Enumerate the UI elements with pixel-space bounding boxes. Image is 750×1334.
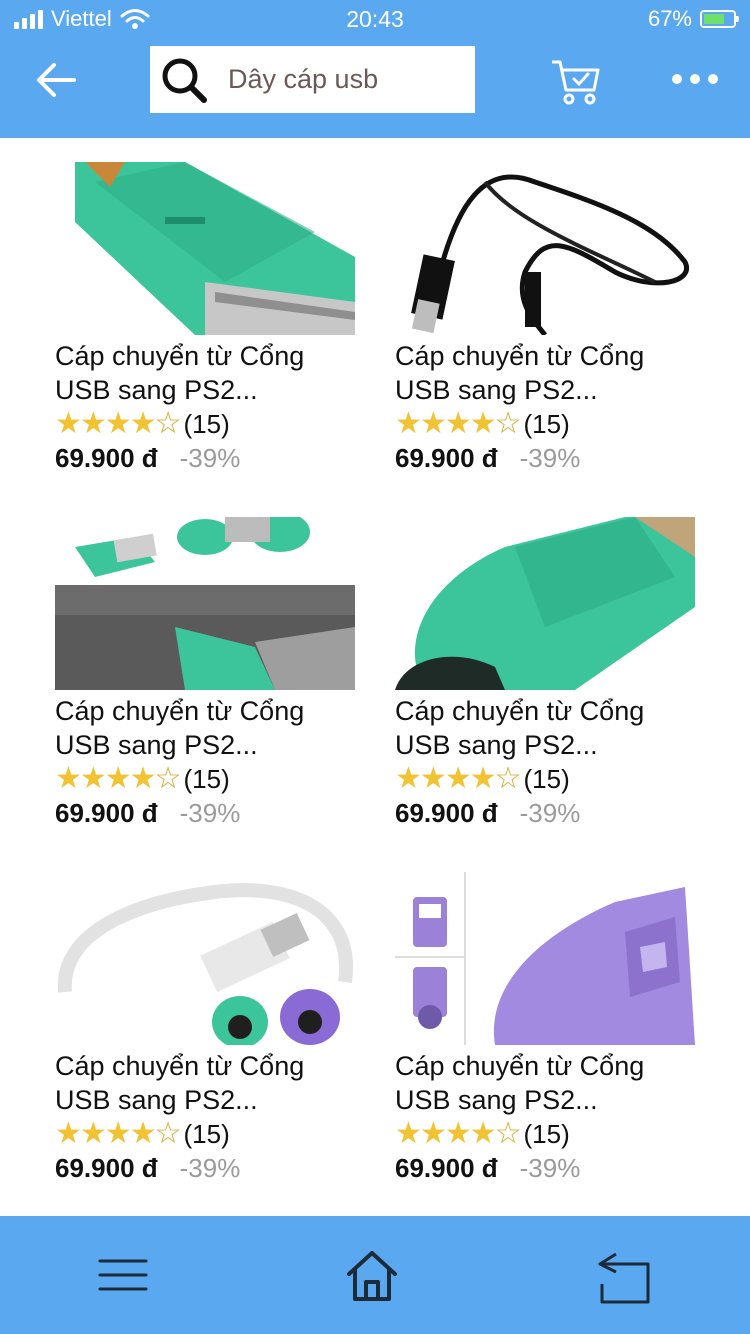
price-row: 69.900 đ -39% [55, 1153, 355, 1184]
product-image[interactable] [395, 517, 695, 690]
product-discount: -39% [519, 798, 581, 828]
battery-icon [700, 10, 739, 28]
star-rating-icon: ★★★★☆ [55, 407, 181, 440]
back-arrow-icon[interactable] [34, 60, 78, 100]
product-title-line: Cáp chuyển từ Cổng [55, 696, 305, 726]
battery-status: 67% [647, 6, 739, 32]
product-discount: -39% [179, 1153, 241, 1183]
review-count: (15) [523, 763, 570, 794]
status-bar: Viettel 20:43 67% [0, 0, 750, 40]
product-card[interactable]: Cáp chuyển từ Cổng USB sang PS2... ★★★★☆… [55, 872, 355, 1184]
star-rating-icon: ★★★★☆ [395, 407, 521, 440]
product-card[interactable]: Cáp chuyển từ Cổng USB sang PS2... ★★★★☆… [395, 872, 695, 1184]
product-title-line: Cáp chuyển từ Cổng [55, 1051, 305, 1081]
search-input[interactable] [226, 63, 460, 96]
product-discount: -39% [519, 1153, 581, 1183]
product-rating: ★★★★☆ (15) [395, 762, 695, 796]
star-rating-icon: ★★★★☆ [55, 1117, 181, 1150]
product-title-line: USB sang PS2... [55, 1085, 258, 1115]
product-image[interactable] [55, 162, 355, 335]
product-price: 69.900 đ [55, 798, 158, 828]
product-title-line: Cáp chuyển từ Cổng [395, 341, 645, 371]
status-time: 20:43 [346, 6, 404, 32]
price-row: 69.900 đ -39% [55, 443, 355, 474]
product-title-line: USB sang PS2... [395, 375, 598, 405]
star-rating-icon: ★★★★☆ [55, 762, 181, 795]
menu-icon[interactable] [98, 1258, 148, 1292]
review-count: (15) [183, 408, 230, 439]
product-price: 69.900 đ [395, 798, 498, 828]
review-count: (15) [183, 763, 230, 794]
price-row: 69.900 đ -39% [395, 1153, 695, 1184]
battery-percent: 67% [647, 6, 692, 31]
product-card[interactable]: Cáp chuyển từ Cổng USB sang PS2... ★★★★☆… [395, 517, 695, 829]
star-rating-icon: ★★★★☆ [395, 762, 521, 795]
product-title-line: Cáp chuyển từ Cổng [395, 696, 645, 726]
back-navigation-icon[interactable] [596, 1250, 652, 1304]
product-discount: -39% [179, 443, 241, 473]
product-rating: ★★★★☆ (15) [395, 407, 695, 441]
product-price: 69.900 đ [395, 443, 498, 473]
product-price: 69.900 đ [55, 1153, 158, 1183]
product-card[interactable]: Cáp chuyển từ Cổng USB sang PS2... ★★★★☆… [55, 517, 355, 829]
product-discount: -39% [179, 798, 241, 828]
product-title-line: USB sang PS2... [55, 730, 258, 760]
product-price: 69.900 đ [395, 1153, 498, 1183]
product-card[interactable]: Cáp chuyển từ Cổng USB sang PS2... ★★★★☆… [395, 162, 695, 474]
product-title-line: Cáp chuyển từ Cổng [395, 1051, 645, 1081]
product-title: Cáp chuyển từ Cổng USB sang PS2... [395, 1049, 695, 1117]
price-row: 69.900 đ -39% [395, 443, 695, 474]
product-price: 69.900 đ [55, 443, 158, 473]
product-rating: ★★★★☆ (15) [395, 1117, 695, 1151]
product-discount: -39% [519, 443, 581, 473]
product-rating: ★★★★☆ (15) [55, 1117, 355, 1151]
product-card[interactable]: Cáp chuyển từ Cổng USB sang PS2... ★★★★☆… [55, 162, 355, 474]
review-count: (15) [523, 1118, 570, 1149]
product-image[interactable] [55, 872, 355, 1045]
price-row: 69.900 đ -39% [55, 798, 355, 829]
product-image[interactable] [395, 162, 695, 335]
review-count: (15) [523, 408, 570, 439]
product-rating: ★★★★☆ (15) [55, 407, 355, 441]
product-title: Cáp chuyển từ Cổng USB sang PS2... [395, 339, 695, 407]
product-title-line: USB sang PS2... [395, 730, 598, 760]
product-title: Cáp chuyển từ Cổng USB sang PS2... [55, 1049, 355, 1117]
product-title: Cáp chuyển từ Cổng USB sang PS2... [55, 339, 355, 407]
more-icon[interactable] [672, 64, 718, 94]
cart-icon[interactable] [550, 56, 602, 108]
product-title: Cáp chuyển từ Cổng USB sang PS2... [395, 694, 695, 762]
top-header: Viettel 20:43 67% [0, 0, 750, 138]
product-title-line: USB sang PS2... [55, 375, 258, 405]
product-title-line: USB sang PS2... [395, 1085, 598, 1115]
bottom-navigation-bar [0, 1216, 750, 1334]
product-title: Cáp chuyển từ Cổng USB sang PS2... [55, 694, 355, 762]
search-bar[interactable] [150, 46, 475, 113]
product-title-line: Cáp chuyển từ Cổng [55, 341, 305, 371]
product-rating: ★★★★☆ (15) [55, 762, 355, 796]
search-icon[interactable] [160, 56, 208, 104]
star-rating-icon: ★★★★☆ [395, 1117, 521, 1150]
product-image[interactable] [395, 872, 695, 1045]
home-icon[interactable] [345, 1250, 399, 1302]
review-count: (15) [183, 1118, 230, 1149]
product-image[interactable] [55, 517, 355, 690]
price-row: 69.900 đ -39% [395, 798, 695, 829]
